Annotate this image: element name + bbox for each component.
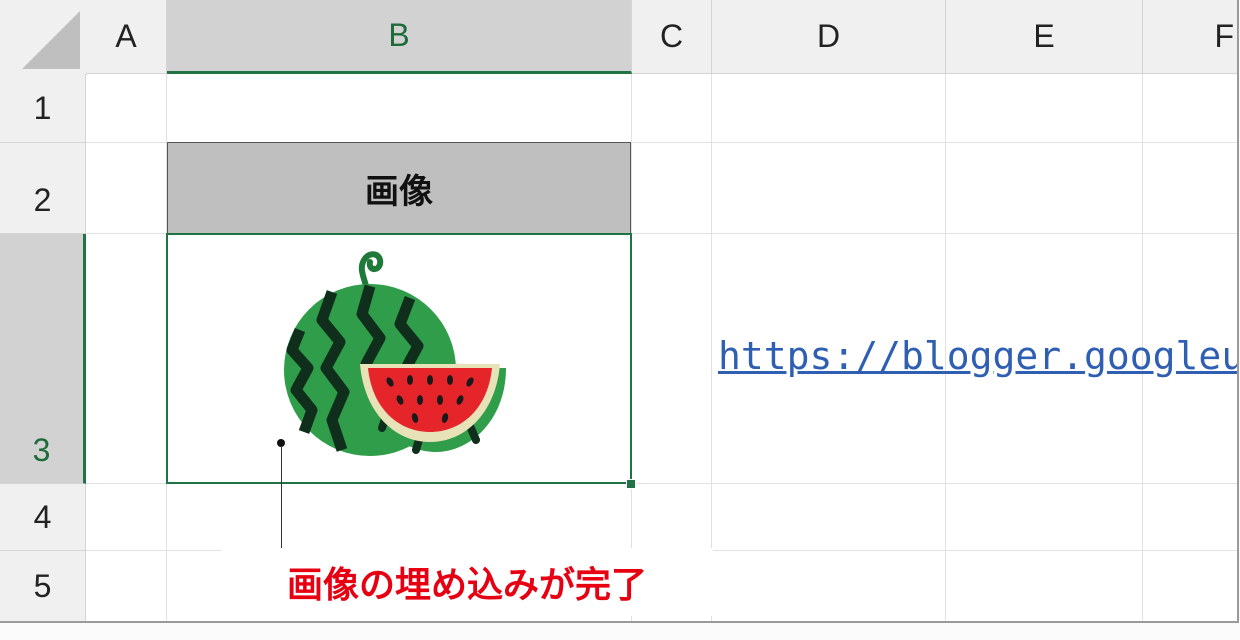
row-header-2[interactable]: 2	[0, 143, 86, 234]
select-all-button[interactable]	[0, 0, 87, 75]
column-header-e[interactable]: E	[946, 0, 1143, 74]
callout-label: 画像の埋め込みが完了	[221, 548, 713, 616]
row-header-3[interactable]: 3	[0, 234, 86, 484]
callout-leader-line	[281, 446, 282, 550]
grid-line	[711, 74, 712, 621]
select-all-icon	[22, 11, 80, 69]
callout-text: 画像の埋め込みが完了	[286, 565, 647, 606]
column-header-a[interactable]: A	[86, 0, 167, 74]
cell-b2[interactable]: 画像	[167, 142, 631, 234]
column-header-f[interactable]: F	[1143, 0, 1237, 74]
column-header-b[interactable]: B	[167, 0, 632, 74]
column-header-c[interactable]: C	[632, 0, 712, 74]
row-header-4[interactable]: 4	[0, 484, 86, 551]
cell-d3-hyperlink[interactable]: https://blogger.googleuser	[718, 334, 1237, 378]
spreadsheet-grid: A B C D E F 1 2 3 4 5 画像 https://blogger…	[0, 0, 1239, 623]
row-header-1[interactable]: 1	[0, 74, 86, 143]
row-header-5[interactable]: 5	[0, 551, 86, 621]
fill-handle[interactable]	[626, 479, 636, 489]
column-header-d[interactable]: D	[712, 0, 946, 74]
watermelon-image[interactable]	[270, 240, 520, 460]
